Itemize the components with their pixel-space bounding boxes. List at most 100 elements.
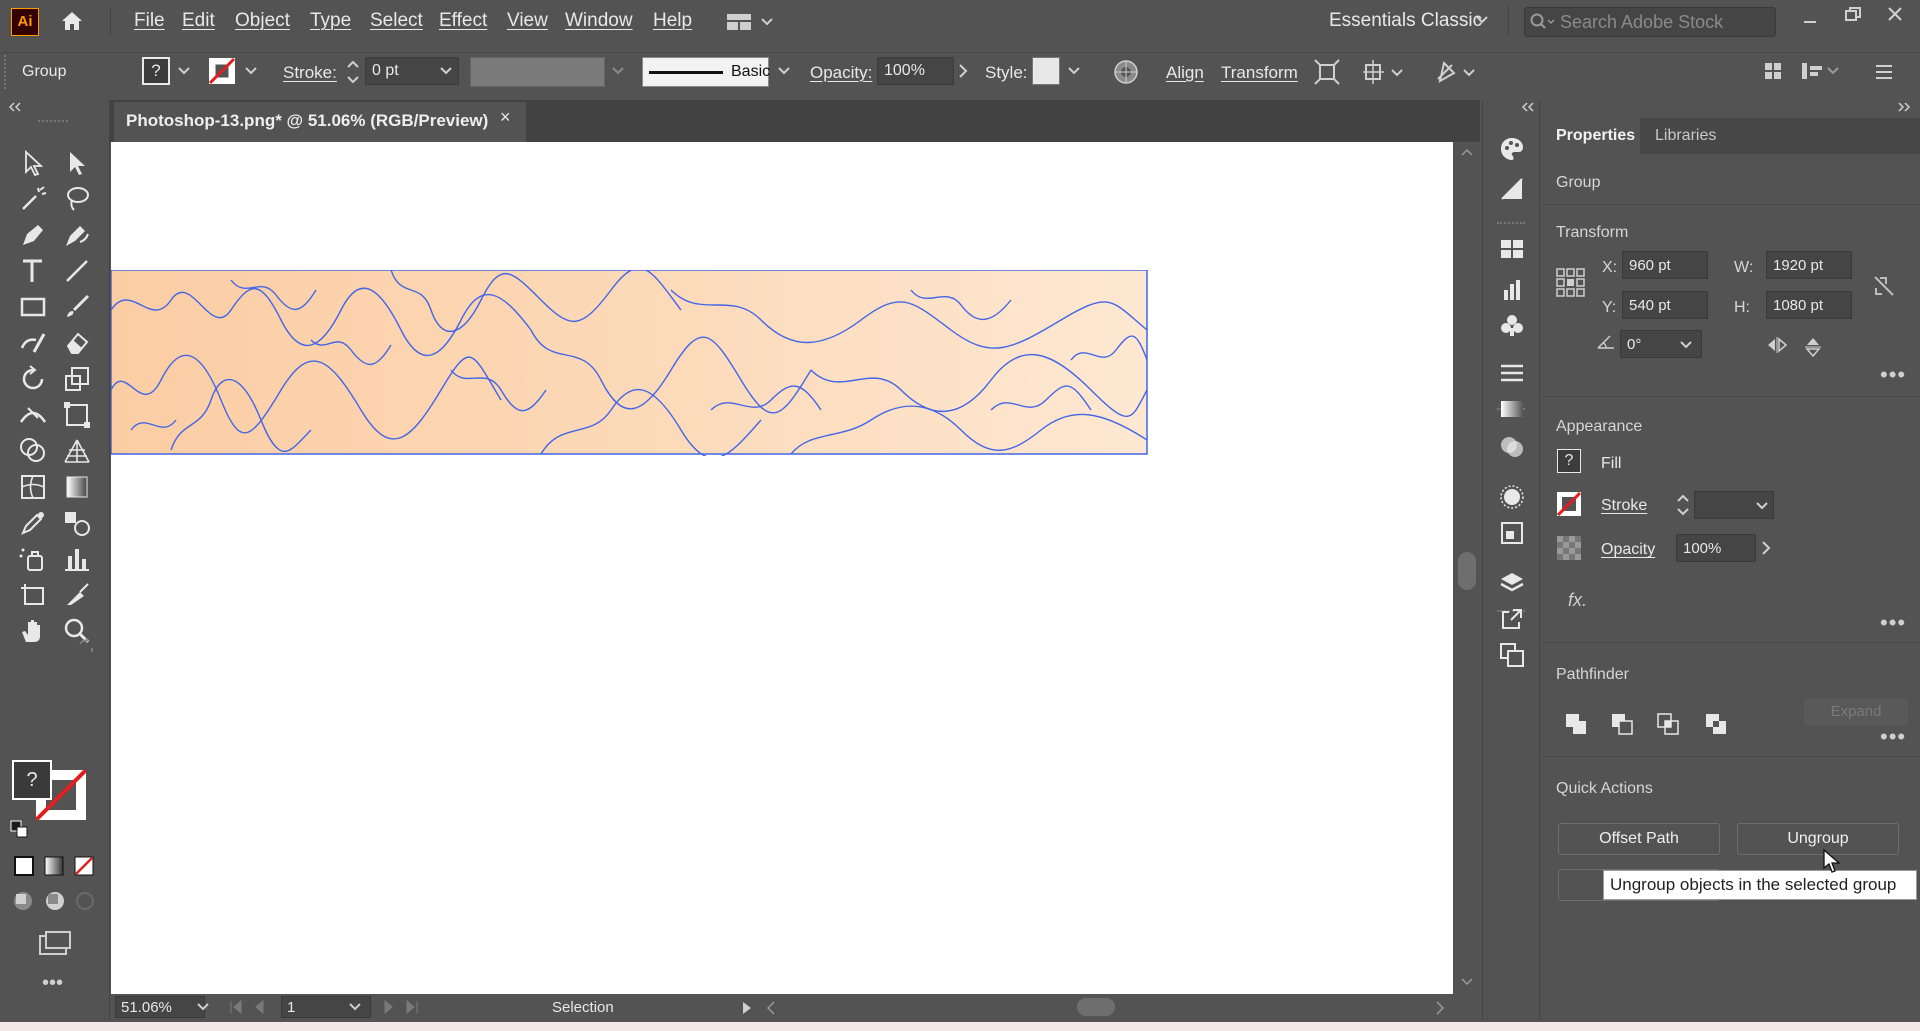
- color-guide-icon[interactable]: [1499, 176, 1525, 202]
- artboards-panel-icon[interactable]: [1499, 642, 1525, 668]
- rotate-tool-icon[interactable]: [18, 364, 48, 394]
- unite-icon[interactable]: [1564, 712, 1588, 736]
- reference-point-icon[interactable]: [1556, 268, 1586, 298]
- transform-more-options[interactable]: •••: [1880, 362, 1906, 388]
- mesh-tool-icon[interactable]: [18, 472, 48, 502]
- panel-menu-icon[interactable]: [1874, 63, 1894, 81]
- width-tool-icon[interactable]: [18, 400, 48, 430]
- graphic-style-swatch[interactable]: [1032, 57, 1060, 85]
- scale-tool-icon[interactable]: [62, 364, 92, 394]
- document-tab-title[interactable]: Photoshop-13.png* @ 51.06% (RGB/Preview): [126, 111, 488, 131]
- constrain-proportions-icon[interactable]: [1872, 274, 1896, 298]
- profile-chevron-icon[interactable]: [612, 67, 624, 75]
- menu-type[interactable]: Type: [310, 10, 351, 32]
- draw-inside-icon[interactable]: [74, 890, 96, 912]
- default-colors-icon[interactable]: [10, 820, 28, 838]
- stroke-none-swatch[interactable]: [208, 57, 236, 85]
- next-artboard-icon[interactable]: [379, 1000, 419, 1014]
- arrange-objects-icon[interactable]: [1362, 59, 1404, 85]
- pen-tool-icon[interactable]: [18, 220, 48, 250]
- transparency-icon[interactable]: [1499, 434, 1525, 460]
- menu-select[interactable]: Select: [370, 10, 423, 32]
- expand-button[interactable]: Expand: [1804, 698, 1908, 726]
- menu-object[interactable]: Object: [235, 10, 290, 32]
- stroke-stepper-icon[interactable]: [346, 57, 360, 87]
- opacity-label[interactable]: Opacity:: [810, 63, 872, 83]
- graphic-styles-icon[interactable]: [1499, 520, 1525, 546]
- first-artboard-icon[interactable]: [229, 1000, 269, 1014]
- zoom-chevron-icon[interactable]: [197, 1003, 209, 1011]
- width-field[interactable]: 1920 pt: [1766, 251, 1852, 279]
- menu-edit[interactable]: Edit: [182, 10, 215, 32]
- recolor-artwork-icon[interactable]: [1113, 59, 1139, 85]
- appearance-fill-swatch[interactable]: ?: [1557, 449, 1581, 473]
- tab-properties[interactable]: Properties: [1556, 127, 1635, 145]
- transform-link[interactable]: Transform: [1221, 63, 1298, 83]
- flip-vertical-icon[interactable]: [1804, 336, 1822, 358]
- stroke-weight-dropdown-icon[interactable]: [1756, 502, 1768, 510]
- x-position-field[interactable]: 960 pt: [1622, 251, 1708, 279]
- fx-effects-icon[interactable]: fx.: [1568, 590, 1587, 611]
- intersect-icon[interactable]: [1656, 712, 1680, 736]
- isolate-group-icon[interactable]: [1314, 59, 1340, 85]
- artboard-tool-icon[interactable]: [18, 580, 48, 610]
- workspace-switcher[interactable]: Essentials Classic: [1329, 10, 1482, 32]
- screen-mode-icon[interactable]: [38, 930, 72, 956]
- height-field[interactable]: 1080 pt: [1766, 291, 1852, 319]
- minimize-icon[interactable]: [1802, 12, 1818, 28]
- stroke-weight-stepper-icon[interactable]: [1676, 491, 1690, 519]
- brush-chevron-icon[interactable]: [778, 67, 790, 75]
- rectangle-tool-icon[interactable]: [18, 292, 48, 322]
- vertical-scrollbar[interactable]: [1453, 142, 1480, 994]
- column-graph-tool-icon[interactable]: [62, 544, 92, 574]
- artboard-chevron-icon[interactable]: [349, 1003, 361, 1011]
- menu-effect[interactable]: Effect: [439, 10, 487, 32]
- symbol-sprayer-tool-icon[interactable]: [18, 544, 48, 574]
- symbols-icon[interactable]: [1499, 312, 1525, 338]
- appearance-stroke-label[interactable]: Stroke: [1601, 497, 1647, 515]
- ungroup-button[interactable]: Ungroup: [1737, 823, 1899, 855]
- selection-tool-icon[interactable]: [18, 148, 48, 178]
- curvature-tool-icon[interactable]: [62, 220, 92, 250]
- slice-tool-icon[interactable]: [62, 580, 92, 610]
- lasso-tool-icon[interactable]: [62, 184, 92, 214]
- shaper-tool-icon[interactable]: [18, 328, 48, 358]
- restore-icon[interactable]: [1844, 6, 1862, 24]
- paintbrush-tool-icon[interactable]: [62, 292, 92, 322]
- draw-normal-icon[interactable]: [12, 890, 34, 912]
- blend-tool-icon[interactable]: [62, 508, 92, 538]
- artboard-canvas[interactable]: [111, 142, 1453, 994]
- brushes-icon[interactable]: [1499, 276, 1525, 302]
- collapse-dock-icon[interactable]: [1521, 102, 1535, 112]
- opacity-chevron-right-icon[interactable]: [1761, 540, 1771, 556]
- minus-front-icon[interactable]: [1610, 712, 1634, 736]
- stroke-weight-chevron-icon[interactable]: [440, 67, 452, 75]
- swap-fill-stroke-icon[interactable]: [78, 638, 94, 654]
- scroll-up-icon[interactable]: [1461, 148, 1473, 156]
- brush-definition[interactable]: Basic: [642, 57, 770, 87]
- scroll-left-icon[interactable]: [767, 1001, 775, 1015]
- color-panel-icon[interactable]: [1499, 136, 1525, 162]
- direct-selection-tool-icon[interactable]: [62, 148, 92, 178]
- stroke-chevron-down-icon[interactable]: [245, 67, 257, 75]
- distribute-icon[interactable]: [1800, 61, 1840, 81]
- color-mode-icon[interactable]: [14, 856, 34, 876]
- swatches-icon[interactable]: [1499, 238, 1525, 260]
- tab-libraries[interactable]: Libraries: [1655, 127, 1716, 145]
- close-tab-icon[interactable]: ×: [500, 107, 511, 128]
- shape-builder-tool-icon[interactable]: [18, 436, 48, 466]
- appearance-panel-icon[interactable]: [1499, 484, 1525, 510]
- align-link[interactable]: Align: [1166, 63, 1204, 83]
- scroll-right-icon[interactable]: [1436, 1001, 1444, 1015]
- stroke-label[interactable]: Stroke:: [283, 63, 337, 83]
- menu-help[interactable]: Help: [653, 10, 692, 32]
- none-mode-icon[interactable]: [74, 856, 94, 876]
- hand-tool-icon[interactable]: [18, 616, 48, 646]
- style-chevron-icon[interactable]: [1068, 67, 1080, 75]
- appearance-more-options[interactable]: •••: [1880, 610, 1906, 636]
- collapse-panel-icon[interactable]: [8, 102, 22, 112]
- selected-artwork-group[interactable]: [111, 270, 1149, 456]
- angle-chevron-icon[interactable]: [1680, 341, 1692, 349]
- stroke-panel-icon[interactable]: [1499, 362, 1525, 384]
- offset-path-button[interactable]: Offset Path: [1558, 823, 1720, 855]
